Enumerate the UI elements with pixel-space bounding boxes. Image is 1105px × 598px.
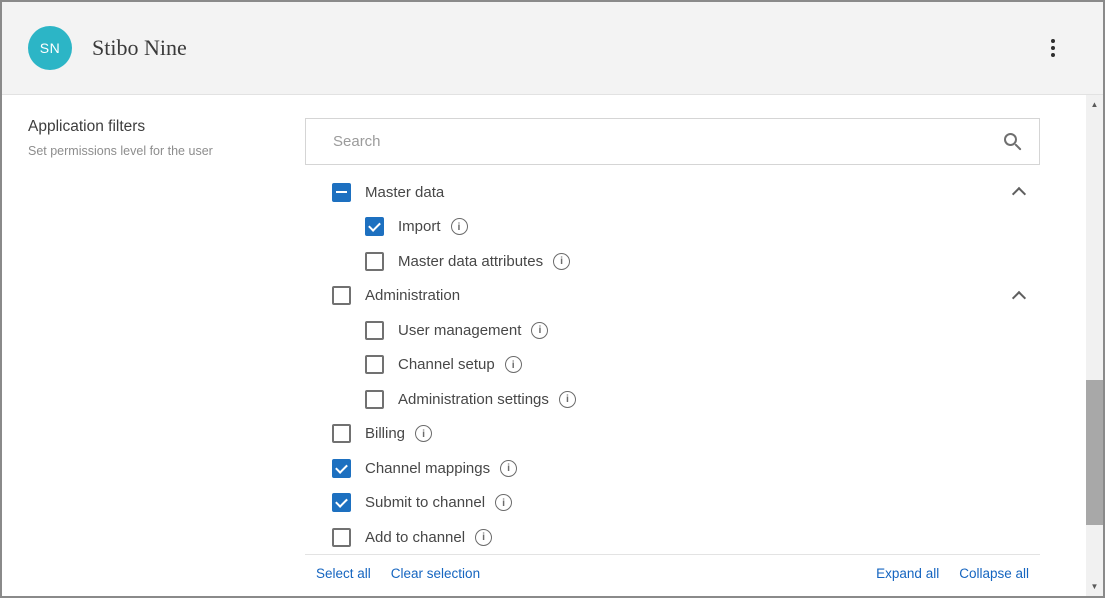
header: SN Stibo Nine: [2, 2, 1103, 95]
checkbox-administration[interactable]: [332, 286, 351, 305]
tree-row-master-data: Master data: [305, 175, 1040, 210]
permission-tree: Master dataImportiMaster data attributes…: [305, 175, 1040, 554]
footer-links-left: Select all Clear selection: [316, 566, 480, 581]
chevron-up-icon[interactable]: [1012, 290, 1026, 304]
kebab-menu-icon[interactable]: [1047, 35, 1059, 61]
scrollbar[interactable]: ▲ ▼: [1086, 95, 1103, 596]
info-icon[interactable]: i: [559, 391, 576, 408]
tree-row-user-management: User management i: [305, 313, 1040, 348]
checkbox-user-management[interactable]: [365, 321, 384, 340]
tree-label: Billing: [365, 425, 405, 442]
filters-panel-header: Application filters Set permissions leve…: [28, 118, 283, 158]
collapse-all-link[interactable]: Collapse all: [959, 566, 1029, 581]
checkbox-billing[interactable]: [332, 424, 351, 443]
scroll-down-icon[interactable]: ▼: [1086, 578, 1103, 595]
info-icon[interactable]: i: [500, 460, 517, 477]
tree-row-add-to-channel: Add to channel i: [305, 520, 1040, 555]
checkbox-master-data-attributes[interactable]: [365, 252, 384, 271]
clear-selection-link[interactable]: Clear selection: [391, 566, 480, 581]
tree-label: Import: [398, 218, 441, 235]
info-icon[interactable]: i: [475, 529, 492, 546]
checkbox-channel-setup[interactable]: [365, 355, 384, 374]
tree-row-master-data-attributes: Master data attributes i: [305, 244, 1040, 279]
tree-label: Add to channel: [365, 529, 465, 546]
scroll-thumb[interactable]: [1086, 380, 1103, 525]
tree-row-channel-mappings: Channel mappings i: [305, 451, 1040, 486]
panel-subtitle: Set permissions level for the user: [28, 144, 283, 158]
checkbox-add-to-channel[interactable]: [332, 528, 351, 547]
tree-row-submit-to-channel: Submit to channel i: [305, 486, 1040, 521]
window: SN Stibo Nine Application filters Set pe…: [0, 0, 1105, 598]
tree-label: Master data: [365, 184, 444, 201]
tree-label: Channel setup: [398, 356, 495, 373]
tree-label: Submit to channel: [365, 494, 485, 511]
info-icon[interactable]: i: [495, 494, 512, 511]
scroll-up-icon[interactable]: ▲: [1086, 96, 1103, 113]
tree-row-import: Importi: [305, 210, 1040, 245]
select-all-link[interactable]: Select all: [316, 566, 371, 581]
checkbox-master-data[interactable]: [332, 183, 351, 202]
search-input[interactable]: [306, 119, 1039, 164]
info-icon[interactable]: i: [505, 356, 522, 373]
tree-footer: Select all Clear selection Expand all Coll…: [305, 554, 1040, 591]
tree-label: Administration: [365, 287, 460, 304]
tree-label: Channel mappings: [365, 460, 490, 477]
tree-row-channel-setup: Channel setup i: [305, 348, 1040, 383]
expand-all-link[interactable]: Expand all: [876, 566, 939, 581]
checkbox-import[interactable]: [365, 217, 384, 236]
tree-row-administration-settings: Administration settings i: [305, 382, 1040, 417]
tree-row-administration: Administration: [305, 279, 1040, 314]
search-box: [305, 118, 1040, 165]
info-icon[interactable]: i: [451, 218, 468, 235]
checkbox-channel-mappings[interactable]: [332, 459, 351, 478]
footer-links-right: Expand all Collapse all: [876, 566, 1029, 581]
search-icon[interactable]: [1004, 133, 1017, 146]
app-title: Stibo Nine: [92, 35, 187, 61]
checkbox-submit-to-channel[interactable]: [332, 493, 351, 512]
tree-label: Master data attributes: [398, 253, 543, 270]
info-icon[interactable]: i: [553, 253, 570, 270]
info-icon[interactable]: i: [531, 322, 548, 339]
avatar: SN: [28, 26, 72, 70]
tree-label: Administration settings: [398, 391, 549, 408]
chevron-up-icon[interactable]: [1012, 187, 1026, 201]
panel-title: Application filters: [28, 118, 283, 136]
filters-panel: Master dataImportiMaster data attributes…: [305, 118, 1040, 591]
tree-label: User management: [398, 322, 521, 339]
info-icon[interactable]: i: [415, 425, 432, 442]
checkbox-administration-settings[interactable]: [365, 390, 384, 409]
tree-row-billing: Billing i: [305, 417, 1040, 452]
